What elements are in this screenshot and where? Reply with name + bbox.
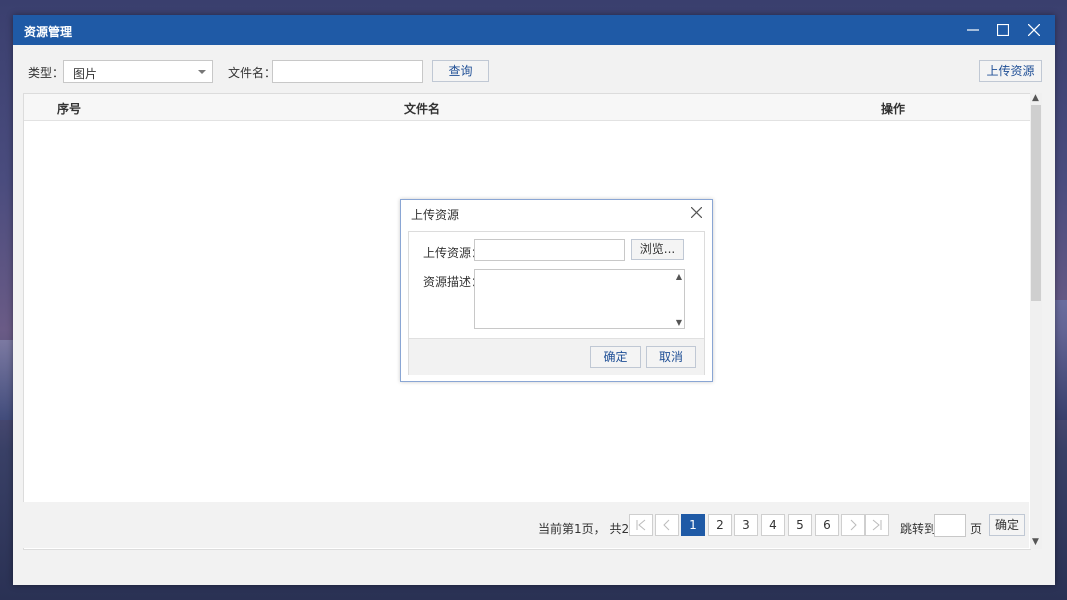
scroll-down-icon[interactable]: ▼ <box>1032 537 1039 547</box>
chevron-down-icon <box>198 70 206 74</box>
page-button-4[interactable]: 4 <box>761 514 785 536</box>
scroll-up-icon[interactable]: ▲ <box>1032 93 1039 103</box>
minimize-button[interactable] <box>958 15 988 45</box>
dialog-footer: 确定 取消 <box>409 338 704 375</box>
upload-file-input[interactable] <box>474 239 625 261</box>
dialog-close-button[interactable] <box>686 202 706 222</box>
confirm-button[interactable]: 确定 <box>590 346 641 368</box>
pagination-bar: 当前第1页， 共2页 1 2 3 4 5 6 跳转到 页 确定 <box>23 502 1029 548</box>
scrollbar-thumb[interactable] <box>1031 105 1041 301</box>
filter-toolbar: 类型： 图片 文件名： 查询 上传资源 <box>13 45 1055 93</box>
desktop-background-decoration <box>0 340 14 420</box>
scroll-down-icon[interactable]: ▼ <box>676 318 682 327</box>
first-page-icon <box>636 519 646 531</box>
maximize-icon <box>997 24 1009 36</box>
page-button-1[interactable]: 1 <box>681 514 705 536</box>
column-header-actions[interactable]: 操作 <box>881 100 905 117</box>
chevron-left-icon <box>663 519 670 531</box>
minimize-icon <box>967 29 979 31</box>
last-page-icon <box>872 519 882 531</box>
window-titlebar: 资源管理 <box>13 15 1055 45</box>
next-page-button[interactable] <box>841 514 865 536</box>
close-icon <box>1028 24 1040 36</box>
page-unit-label: 页 <box>970 522 983 536</box>
scroll-up-icon[interactable]: ▲ <box>676 272 682 281</box>
jump-confirm-button[interactable]: 确定 <box>989 514 1025 536</box>
resource-description-textarea[interactable]: ▲ ▼ <box>474 269 685 329</box>
type-select[interactable]: 图片 <box>63 60 213 83</box>
page-button-6[interactable]: 6 <box>815 514 839 536</box>
prev-page-button[interactable] <box>655 514 679 536</box>
window-title: 资源管理 <box>24 25 73 39</box>
jump-page-input[interactable] <box>934 514 966 537</box>
dialog-title: 上传资源 <box>411 208 460 222</box>
type-select-value: 图片 <box>73 67 98 81</box>
page-button-2[interactable]: 2 <box>708 514 732 536</box>
column-header-filename[interactable]: 文件名 <box>404 100 440 117</box>
filename-label: 文件名： <box>228 66 277 80</box>
upload-resource-button[interactable]: 上传资源 <box>979 60 1042 82</box>
desktop-background-decoration <box>1055 300 1067 420</box>
column-header-index[interactable]: 序号 <box>57 100 81 117</box>
page-button-5[interactable]: 5 <box>788 514 812 536</box>
browse-button[interactable]: 浏览... <box>631 239 684 260</box>
upload-resource-dialog: 上传资源 上传资源： 浏览... 资源描述： ▲ ▼ 确定 取消 <box>400 199 713 382</box>
table-scrollbar[interactable]: ▲ ▼ <box>1030 93 1042 549</box>
table-header: 序号 文件名 操作 <box>24 94 1030 121</box>
jump-to-label: 跳转到 <box>900 522 937 536</box>
dialog-body: 上传资源： 浏览... 资源描述： ▲ ▼ 确定 取消 <box>408 231 705 375</box>
page-info: 当前第1页， 共2页 <box>538 522 642 536</box>
type-label: 类型： <box>28 66 65 80</box>
maximize-button[interactable] <box>988 15 1018 45</box>
cancel-button[interactable]: 取消 <box>646 346 696 368</box>
filename-input[interactable] <box>272 60 423 83</box>
chevron-right-icon <box>850 519 857 531</box>
query-button[interactable]: 查询 <box>432 60 489 82</box>
close-button[interactable] <box>1019 15 1049 45</box>
page-button-3[interactable]: 3 <box>734 514 758 536</box>
last-page-button[interactable] <box>865 514 889 536</box>
close-icon <box>690 206 702 218</box>
first-page-button[interactable] <box>629 514 653 536</box>
